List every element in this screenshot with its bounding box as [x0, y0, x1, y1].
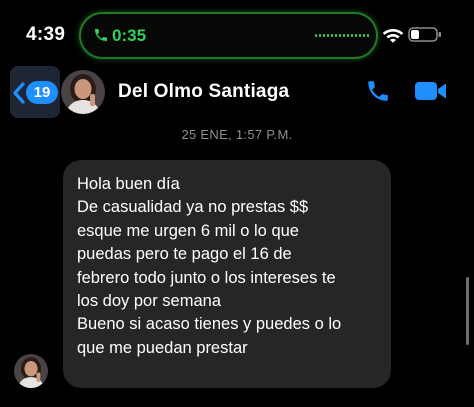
message-line: puedas pero te pago el 16 de	[77, 245, 292, 264]
message-line: esque me urgen 6 mil o lo que	[77, 221, 299, 240]
battery-icon	[408, 27, 441, 42]
call-timer: 0:35	[112, 26, 147, 45]
unread-count-badge: 19	[26, 81, 58, 104]
status-time: 4:39	[26, 24, 66, 45]
phone-call-button[interactable]	[365, 78, 391, 104]
wifi-icon	[382, 29, 404, 43]
message-line: los doy por semana	[77, 292, 221, 311]
audio-waveform-icon	[315, 34, 369, 37]
message-timestamp: 25 ENE, 1:57 P.M.	[181, 127, 293, 142]
video-call-button[interactable]	[414, 80, 448, 102]
message-line: que me puedan prestar	[77, 338, 248, 357]
message-line: De casualidad ya no prestas $$	[77, 198, 309, 217]
message-line: Hola buen día	[77, 175, 180, 193]
message-line: febrero todo junto o los intereses te	[77, 268, 336, 287]
scrollbar[interactable]	[466, 277, 469, 345]
contact-name[interactable]: Del Olmo Santiaga	[118, 81, 289, 103]
phone-icon	[95, 29, 107, 41]
avatar-photo	[61, 70, 105, 114]
chevron-left-icon	[13, 82, 25, 104]
message-line: Bueno si acaso tienes y puedes o lo	[77, 315, 342, 334]
contact-avatar[interactable]	[61, 70, 105, 114]
avatar-photo	[14, 354, 48, 388]
sender-avatar[interactable]	[14, 354, 48, 388]
incoming-message-bubble[interactable]: Hola buen día De casualidad ya no presta…	[63, 160, 391, 388]
back-button[interactable]: 19	[10, 66, 60, 118]
active-call-pill[interactable]: 0:35	[79, 12, 378, 59]
